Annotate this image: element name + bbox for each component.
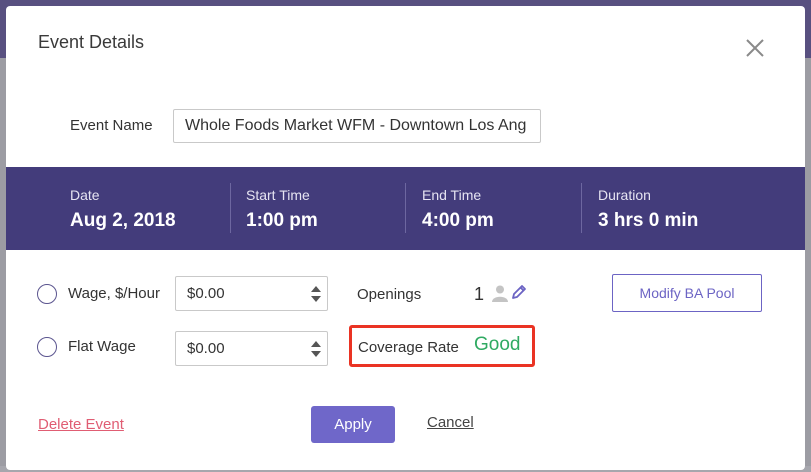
- coverage-rate-label: Coverage Rate: [358, 339, 459, 356]
- band-divider: [581, 183, 582, 233]
- background-right-strip: [805, 58, 811, 472]
- coverage-rate-highlight: Coverage Rate Good: [349, 325, 535, 367]
- modify-ba-pool-button[interactable]: Modify BA Pool: [612, 274, 762, 312]
- band-divider: [405, 183, 406, 233]
- band-divider: [230, 183, 231, 233]
- coverage-rate-value: Good: [474, 334, 521, 355]
- hourly-wage-label: Wage, $/Hour: [68, 285, 160, 302]
- cancel-link[interactable]: Cancel: [427, 414, 474, 431]
- apply-button[interactable]: Apply: [311, 406, 395, 443]
- event-name-input[interactable]: [173, 109, 541, 143]
- flat-wage-input[interactable]: [176, 332, 296, 365]
- person-icon: [492, 285, 508, 302]
- flat-wage-field: [175, 331, 328, 366]
- pencil-icon[interactable]: [509, 282, 529, 302]
- event-name-label: Event Name: [70, 117, 153, 134]
- flat-wage-label: Flat Wage: [68, 338, 136, 355]
- duration-label: Duration: [598, 187, 651, 203]
- delete-event-link[interactable]: Delete Event: [38, 416, 124, 433]
- event-details-modal: Event Details Event Name Date Aug 2, 201…: [6, 6, 805, 470]
- schedule-band: Date Aug 2, 2018 Start Time 1:00 pm End …: [6, 167, 805, 250]
- flat-wage-radio[interactable]: [37, 337, 57, 357]
- date-label: Date: [70, 187, 100, 203]
- date-value: Aug 2, 2018: [70, 210, 176, 231]
- openings-label: Openings: [357, 286, 422, 303]
- openings-count: 1: [474, 284, 485, 304]
- hourly-wage-field: [175, 276, 328, 311]
- stepper-arrows-icon[interactable]: [310, 339, 322, 359]
- close-icon[interactable]: [744, 37, 766, 59]
- end-time-value: 4:00 pm: [422, 210, 494, 231]
- modal-title: Event Details: [38, 32, 145, 52]
- hourly-wage-radio[interactable]: [37, 284, 57, 304]
- end-time-label: End Time: [422, 187, 482, 203]
- duration-value: 3 hrs 0 min: [598, 210, 699, 231]
- start-time-label: Start Time: [246, 187, 310, 203]
- stepper-arrows-icon[interactable]: [310, 284, 322, 304]
- hourly-wage-input[interactable]: [176, 277, 296, 310]
- start-time-value: 1:00 pm: [246, 210, 318, 231]
